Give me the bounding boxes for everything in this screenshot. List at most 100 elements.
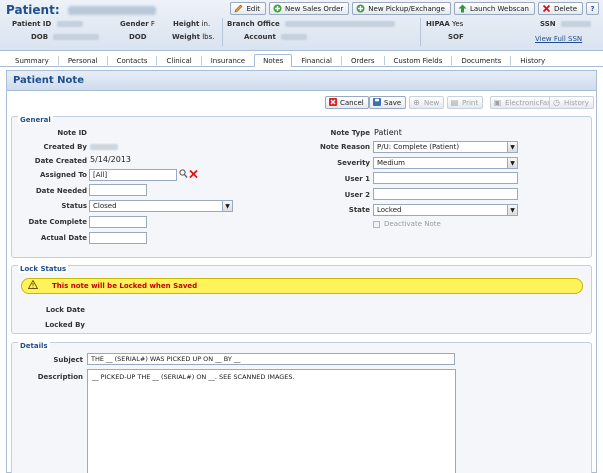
user1-label: User 1 <box>344 175 370 183</box>
subject-input[interactable]: THE __ (SERIAL#) WAS PICKED UP ON __ BY … <box>87 353 455 365</box>
tab-summary[interactable]: Summary <box>6 54 58 67</box>
warning-icon <box>27 279 39 292</box>
tab-financial[interactable]: Financial <box>292 54 341 67</box>
tab-notes[interactable]: Notes <box>254 54 293 67</box>
patient-id-field: Patient ID <box>12 20 83 28</box>
date-created-value: 5/14/2013 <box>90 155 132 164</box>
delete-icon <box>542 4 551 13</box>
plus-icon <box>356 4 365 13</box>
date-complete-label: Date Complete <box>28 218 87 226</box>
tab-documents[interactable]: Documents <box>452 54 510 67</box>
panel-title: Patient Note <box>13 75 84 86</box>
electronic-fax-button[interactable]: ▣ ElectronicFax <box>490 96 557 109</box>
hipaa-field: HIPAA Yes <box>426 20 464 28</box>
created-by-value <box>90 142 118 151</box>
new-button[interactable]: ⊕ New <box>409 96 445 109</box>
state-label: State <box>348 206 370 214</box>
ssn-redacted <box>560 21 591 27</box>
search-icon[interactable] <box>179 169 188 179</box>
printer-icon: ▤ <box>450 98 459 107</box>
pencil-icon <box>234 4 243 13</box>
save-button[interactable]: Save <box>369 96 407 109</box>
lock-status-section: Lock Status <box>11 265 592 334</box>
created-by-redacted <box>90 143 118 150</box>
cancel-button[interactable]: Cancel <box>325 96 369 109</box>
history-icon: ◷ <box>553 98 560 107</box>
deactivate-checkbox[interactable] <box>373 221 380 228</box>
deactivate-label: Deactivate Note <box>384 220 441 228</box>
chevron-down-icon: ▼ <box>507 205 517 215</box>
patient-header: Patient: Edit New Sales Order New Pickup… <box>0 0 603 51</box>
ssn-field: SSN <box>540 20 591 28</box>
tab-contacts[interactable]: Contacts <box>108 54 157 67</box>
help-button[interactable]: ? <box>586 2 599 15</box>
panel-title-bar: Patient Note <box>7 71 596 91</box>
description-label: Description <box>37 373 83 381</box>
tab-clinical[interactable]: Clinical <box>157 54 200 67</box>
patient-label: Patient: <box>6 3 60 17</box>
user2-input[interactable] <box>373 188 518 200</box>
view-full-ssn-link[interactable]: View Full SSN <box>535 35 582 43</box>
note-reason-select[interactable]: P/U: Complete (Patient) ▼ <box>373 141 518 153</box>
date-needed-input[interactable] <box>89 184 147 196</box>
clear-icon[interactable] <box>189 169 198 179</box>
status-select[interactable]: Closed ▼ <box>89 200 233 212</box>
actual-date-input[interactable] <box>89 232 147 244</box>
height-field: Height in. <box>173 20 211 28</box>
general-legend: General <box>18 116 53 124</box>
patient-name-redacted <box>67 6 156 15</box>
tab-history[interactable]: History <box>511 54 554 67</box>
chevron-down-icon: ▼ <box>507 142 517 152</box>
chevron-down-icon: ▼ <box>507 158 517 168</box>
created-by-label: Created By <box>43 143 87 151</box>
new-pickup-exchange-button[interactable]: New Pickup/Exchange <box>352 2 451 15</box>
plus-icon: ⊕ <box>413 98 420 107</box>
note-type-label: Note Type <box>330 129 370 137</box>
severity-label: Severity <box>337 159 370 167</box>
description-textarea[interactable]: __ PICKED-UP THE __ (SERIAL#) ON __. SEE… <box>87 369 456 473</box>
delete-button[interactable]: Delete <box>538 2 583 15</box>
note-id-label: Note ID <box>57 129 87 137</box>
history-button[interactable]: ◷ History <box>549 96 594 109</box>
severity-select[interactable]: Medium ▼ <box>373 157 518 169</box>
assigned-to-label: Assigned To <box>40 171 87 179</box>
user2-label: User 2 <box>344 191 370 199</box>
tab-insurance[interactable]: Insurance <box>202 54 254 67</box>
note-toolbar: Cancel Save ⊕ New ▤ Print ▣ ElectronicFa… <box>7 93 596 111</box>
actual-date-label: Actual Date <box>40 234 87 242</box>
date-created-label: Date Created <box>34 157 87 165</box>
state-select[interactable]: Locked ▼ <box>373 204 518 216</box>
dod-field: DOD <box>129 33 147 41</box>
tab-personal[interactable]: Personal <box>59 54 107 67</box>
assigned-to-input[interactable]: [All] <box>89 169 177 181</box>
plus-icon <box>273 4 282 13</box>
lock-date-label: Lock Date <box>45 306 85 314</box>
account-redacted <box>281 34 308 40</box>
note-type-value: Patient <box>374 128 402 137</box>
weight-field: Weight lbs. <box>172 33 215 41</box>
branch-office-field: Branch Office <box>227 20 395 28</box>
tab-orders[interactable]: Orders <box>342 54 384 67</box>
close-icon <box>328 97 337 108</box>
header-divider <box>222 18 223 46</box>
branch-office-redacted <box>284 21 395 27</box>
patient-note-panel: Patient Note Cancel Save ⊕ New ▤ Print ▣… <box>6 70 597 473</box>
date-needed-label: Date Needed <box>35 187 87 195</box>
dob-redacted <box>53 34 100 40</box>
new-sales-order-button[interactable]: New Sales Order <box>269 2 350 15</box>
print-button[interactable]: ▤ Print <box>447 96 484 109</box>
lock-warning-text: This note will be Locked when Saved <box>52 282 198 290</box>
date-complete-input[interactable] <box>89 216 147 228</box>
tab-custom-fields[interactable]: Custom Fields <box>385 54 452 67</box>
details-legend: Details <box>18 342 50 350</box>
edit-button[interactable]: Edit <box>230 2 267 15</box>
header-toolbar: Edit New Sales Order New Pickup/Exchange… <box>230 2 599 15</box>
chevron-down-icon: ▼ <box>222 201 232 211</box>
fax-icon: ▣ <box>493 98 502 107</box>
patient-id-redacted <box>56 21 83 27</box>
launch-webscan-button[interactable]: Launch Webscan <box>453 2 535 15</box>
tab-bar: Summary Personal Contacts Clinical Insur… <box>0 54 603 67</box>
lock-warning-banner: This note will be Locked when Saved <box>21 278 583 294</box>
user1-input[interactable] <box>373 172 518 184</box>
patient-title: Patient: <box>6 3 156 17</box>
